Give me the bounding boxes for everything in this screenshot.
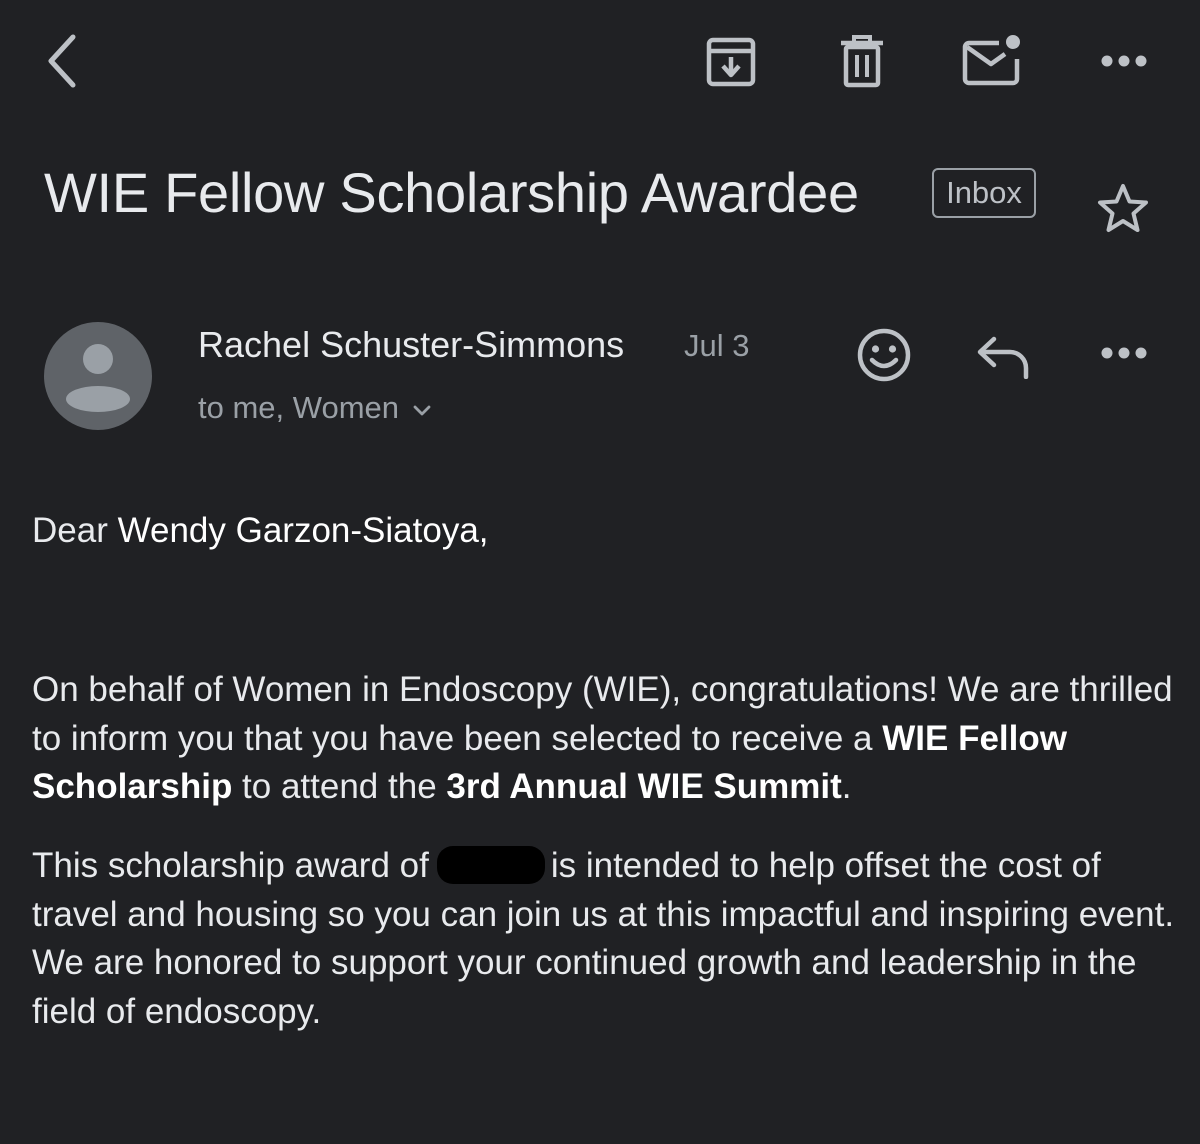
person-icon	[66, 344, 130, 412]
recipients-toggle[interactable]: to me, Women	[198, 388, 433, 428]
archive-button[interactable]	[702, 34, 760, 90]
archive-icon	[706, 37, 756, 87]
p2-text-a: This scholarship award of	[32, 846, 429, 885]
message-more-button[interactable]	[1096, 338, 1152, 368]
sender-avatar[interactable]	[44, 322, 152, 430]
email-date: Jul 3	[684, 328, 750, 363]
emoji-reaction-button[interactable]	[852, 324, 916, 386]
star-button[interactable]	[1094, 180, 1152, 236]
email-subject: WIE Fellow Scholarship Awardee	[44, 161, 859, 224]
reply-icon	[977, 336, 1029, 379]
smiley-icon	[857, 328, 911, 382]
email-paragraph-2: This scholarship award of is intended to …	[32, 842, 1177, 1036]
reply-button[interactable]	[972, 330, 1034, 382]
back-button[interactable]	[36, 30, 86, 92]
chevron-left-icon	[48, 34, 76, 88]
more-horizontal-icon	[1101, 347, 1147, 359]
star-icon	[1098, 184, 1148, 232]
email-greeting: Dear Wendy Garzon-Siatoya,	[32, 507, 1177, 556]
p1-summit-name: 3rd Annual WIE Summit	[446, 767, 842, 806]
more-options-button[interactable]	[1096, 46, 1152, 76]
delete-button[interactable]	[834, 34, 890, 90]
sender-name[interactable]: Rachel Schuster-Simmons	[198, 322, 624, 368]
redacted-amount	[436, 846, 545, 884]
mark-unread-button[interactable]	[958, 30, 1026, 90]
recipients-text: to me, Women	[198, 390, 400, 425]
inbox-label-chip[interactable]: Inbox	[932, 168, 1036, 218]
p1-text-c: to attend the	[232, 767, 447, 806]
greeting-prefix: Dear	[32, 511, 118, 550]
more-horizontal-icon	[1101, 55, 1147, 67]
mail-unread-icon	[962, 35, 1020, 86]
p1-text-e: .	[841, 767, 852, 806]
greeting-name: Wendy Garzon-Siatoya,	[117, 511, 489, 550]
chevron-down-icon	[411, 388, 433, 428]
trash-icon	[841, 35, 883, 88]
email-paragraph-1: On behalf of Women in Endoscopy (WIE), c…	[32, 666, 1177, 812]
